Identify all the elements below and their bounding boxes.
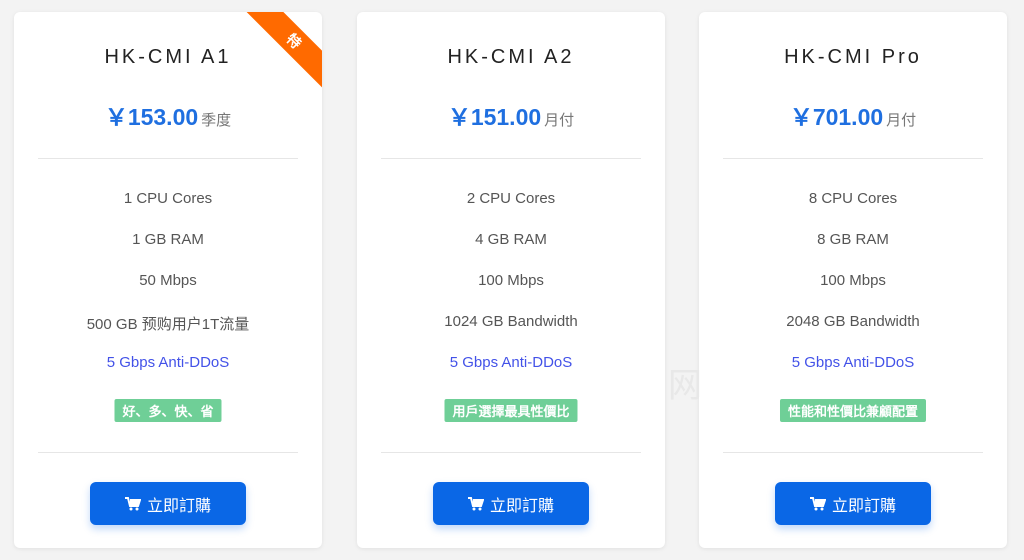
order-now-button[interactable]: 立即訂購: [775, 482, 931, 525]
feature-list: 8 CPU Cores 8 GB RAM 100 Mbps 2048 GB Ba…: [699, 190, 1007, 395]
plan-title: HK-CMI A1: [104, 46, 232, 68]
order-now-button[interactable]: 立即訂購: [90, 482, 246, 525]
plan-tag-badge: 好、多、快、省: [114, 399, 222, 422]
divider: [38, 452, 298, 453]
price-row: ￥151.00 月付: [357, 98, 665, 132]
plan-title: HK-CMI Pro: [784, 46, 922, 68]
feature-ram: 8 GB RAM: [817, 231, 889, 248]
divider: [381, 158, 641, 159]
shopping-cart-icon: [467, 496, 484, 510]
feature-cpu: 1 CPU Cores: [123, 190, 213, 207]
order-now-label: 立即訂購: [146, 497, 211, 515]
feature-traffic: 2048 GB Bandwidth: [786, 313, 920, 330]
feature-ddos: 5 Gbps Anti-DDoS: [106, 354, 230, 371]
feature-cpu: 8 CPU Cores: [808, 190, 898, 207]
feature-bandwidth-speed: 100 Mbps: [478, 272, 544, 289]
divider: [723, 452, 983, 453]
divider: [38, 158, 298, 159]
feature-traffic: 500 GB 预购用户1T流量: [86, 316, 250, 333]
order-now-button[interactable]: 立即訂購: [433, 482, 589, 525]
plan-card-hk-cmi-pro: HK-CMI Pro ￥701.00 月付 8 CPU Cores 8 GB RA…: [699, 12, 1007, 548]
shopping-cart-icon: [124, 496, 141, 510]
feature-traffic: 1024 GB Bandwidth: [444, 313, 578, 330]
plan-tag-badge: 性能和性價比兼顧配置: [779, 399, 927, 422]
billing-period: 季度: [201, 112, 232, 129]
feature-ddos: 5 Gbps Anti-DDoS: [449, 354, 573, 371]
plan-title: HK-CMI A2: [447, 46, 575, 68]
feature-list: 2 CPU Cores 4 GB RAM 100 Mbps 1024 GB Ba…: [357, 190, 665, 395]
plan-price: ￥151.00: [447, 104, 542, 130]
divider: [381, 452, 641, 453]
divider: [723, 158, 983, 159]
plan-price: ￥153.00: [104, 104, 199, 130]
feature-bandwidth-speed: 50 Mbps: [139, 272, 197, 289]
watermark: 网: [668, 367, 702, 405]
shopping-cart-icon: [809, 496, 826, 510]
feature-ram: 1 GB RAM: [132, 231, 204, 248]
plan-card-hk-cmi-a1: 特 HK-CMI A1 ￥153.00 季度 1 CPU Cores 1 GB R…: [14, 12, 322, 548]
feature-cpu: 2 CPU Cores: [466, 190, 556, 207]
billing-period: 月付: [886, 112, 917, 129]
price-row: ￥153.00 季度: [14, 98, 322, 132]
plan-card-hk-cmi-a2: HK-CMI A2 ￥151.00 月付 2 CPU Cores 4 GB RAM…: [357, 12, 665, 548]
billing-period: 月付: [544, 112, 575, 129]
order-now-label: 立即訂購: [489, 497, 554, 515]
feature-list: 1 CPU Cores 1 GB RAM 50 Mbps 500 GB 预购用户…: [14, 190, 322, 395]
feature-ddos: 5 Gbps Anti-DDoS: [791, 354, 915, 371]
feature-bandwidth-speed: 100 Mbps: [820, 272, 886, 289]
order-now-label: 立即訂購: [831, 497, 896, 515]
plan-tag-badge: 用戶選擇最具性價比: [444, 399, 578, 422]
price-row: ￥701.00 月付: [699, 98, 1007, 132]
feature-ram: 4 GB RAM: [475, 231, 547, 248]
plan-price: ￥701.00: [789, 104, 884, 130]
